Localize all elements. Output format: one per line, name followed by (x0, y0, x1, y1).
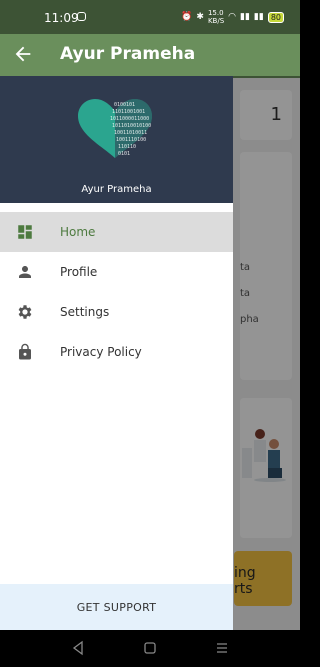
svg-text:1011010010100: 1011010010100 (112, 123, 151, 129)
wifi-icon: ◠ (228, 12, 236, 22)
svg-text:1001110100: 1001110100 (116, 137, 146, 143)
svg-text:0101: 0101 (118, 151, 130, 157)
navigation-drawer: 0100101 11011001001 1011000011000 101101… (0, 76, 233, 630)
lock-icon (19, 343, 31, 360)
page-title: Ayur Prameha (60, 44, 196, 64)
svg-text:11011001001: 11011001001 (112, 109, 145, 115)
bluetooth-icon: ✱ (196, 12, 204, 22)
menu-item-settings[interactable]: Settings (0, 292, 233, 332)
drawer-menu: Home Profile Settings Privacy Policy (0, 212, 233, 372)
get-support-button[interactable]: GET SUPPORT (0, 584, 233, 630)
net-speed: 15.0 KB/S (207, 9, 225, 25)
gear-icon (18, 305, 32, 319)
svg-text:1011000011000: 1011000011000 (110, 116, 149, 122)
battery-icon: 80 (267, 11, 284, 23)
heart-binary-logo: 0100101 11011001001 1011000011000 101101… (78, 99, 152, 158)
menu-item-label: Home (60, 225, 96, 239)
nav-menu-icon[interactable] (214, 640, 230, 656)
signal2-icon: ▮▮ (253, 12, 264, 22)
svg-text:110110: 110110 (118, 144, 136, 150)
menu-item-profile[interactable]: Profile (0, 252, 233, 292)
drawer-header: 0100101 11011001001 1011000011000 101101… (0, 76, 233, 203)
svg-text:0100101: 0100101 (114, 102, 135, 108)
signal-icon: ▮▮ (240, 12, 250, 22)
app-toolbar: Ayur Prameha (0, 34, 300, 76)
nav-home-icon[interactable] (142, 640, 158, 656)
back-arrow-icon[interactable] (12, 43, 34, 65)
menu-item-label: Profile (60, 265, 98, 279)
nav-back-icon[interactable] (70, 640, 86, 656)
dashboard-icon (18, 225, 32, 239)
menu-item-label: Settings (60, 305, 110, 319)
alarm-icon: ⏰ (181, 12, 193, 22)
menu-item-home[interactable]: Home (0, 212, 233, 252)
drawer-brand-name: Ayur Prameha (81, 184, 152, 195)
person-icon (19, 266, 31, 278)
status-time: 11:09 (44, 11, 79, 25)
svg-text:10011010011: 10011010011 (114, 130, 147, 136)
menu-item-label: Privacy Policy (60, 345, 142, 359)
status-bar: 11:09 ⏰ ✱ 15.0 KB/S ◠ ▮▮ ▮▮ 80 (0, 0, 300, 34)
system-nav-bar (0, 630, 300, 667)
status-icons: ⏰ ✱ 15.0 KB/S ◠ ▮▮ ▮▮ 80 (181, 9, 284, 25)
menu-item-privacy-policy[interactable]: Privacy Policy (0, 332, 233, 372)
instagram-notification-icon (77, 12, 86, 21)
